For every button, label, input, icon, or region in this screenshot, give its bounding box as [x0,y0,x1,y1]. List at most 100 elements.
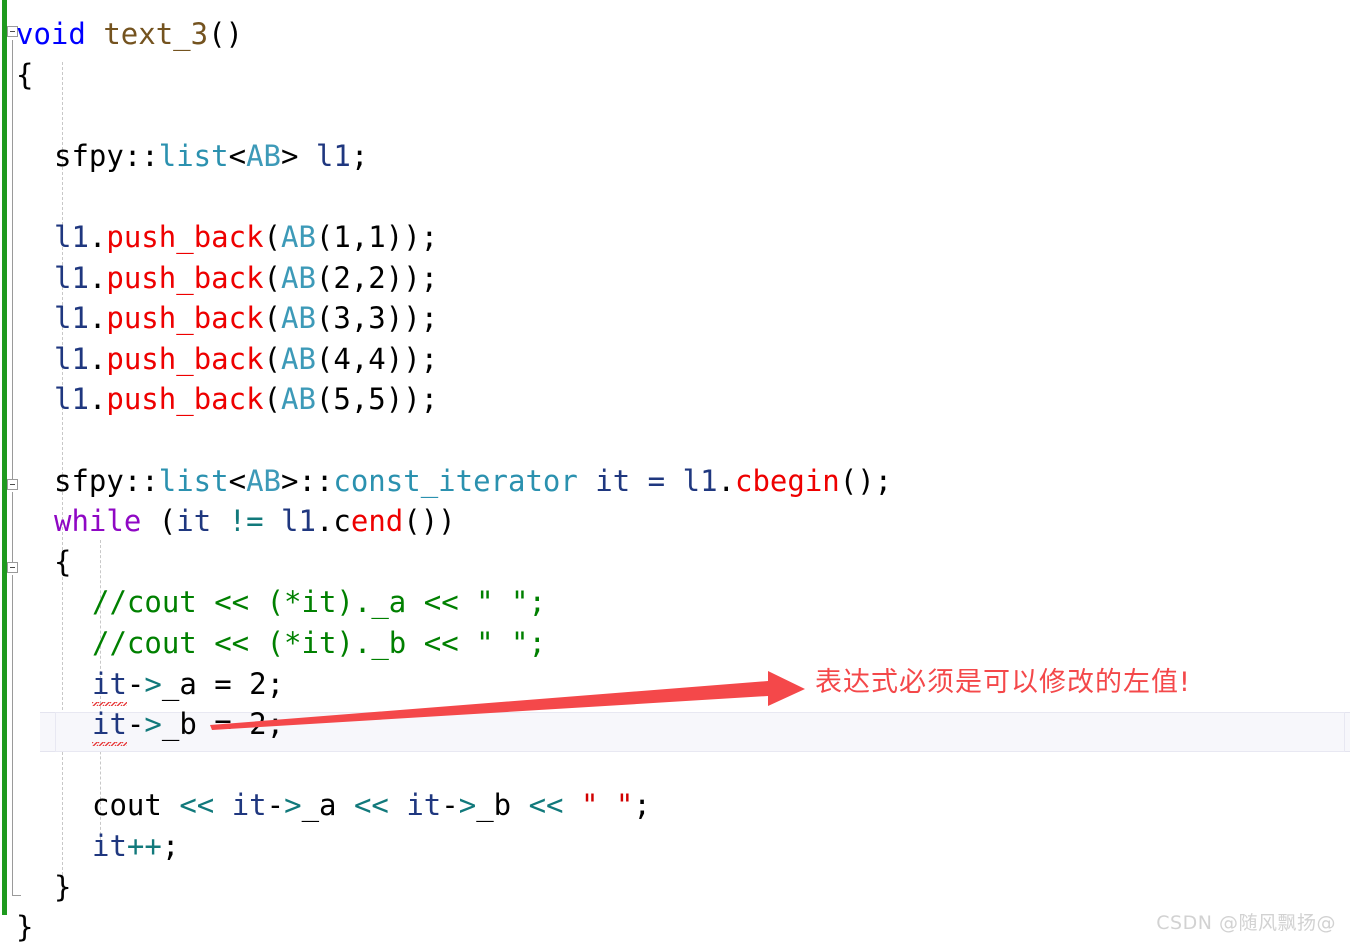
code-token: l1 [315,138,351,173]
code-token: . [88,341,107,376]
code-token: l1 [54,382,89,417]
code-token: ; [633,788,651,823]
code-line[interactable]: sfpy::list<AB> l1; [54,136,368,177]
code-token: . [88,301,107,336]
code-line[interactable]: l1.push_back(AB(3,3)); [54,298,438,339]
code-token: (5,5)); [315,382,439,417]
code-line[interactable]: void text_3() [16,14,243,55]
code-line[interactable]: { [54,542,71,583]
code-token: { [16,57,34,92]
code-token: //cout << (*it)._b << " "; [92,626,546,660]
code-line[interactable]: l1.push_back(AB(1,1)); [54,217,438,258]
code-token: . [315,504,334,539]
code-line[interactable]: sfpy::list<AB>::const_iterator it = l1.c… [54,461,892,502]
code-token: cbegin [735,463,840,498]
code-line[interactable]: l1.push_back(AB(2,2)); [54,258,438,299]
code-line[interactable]: while (it != l1.cend()) [54,501,456,542]
code-line[interactable]: //cout << (*it)._b << " "; [92,623,546,664]
code-line[interactable]: it++; [92,826,179,867]
code-token: { [54,544,72,579]
code-token: c [333,504,351,539]
code-line[interactable]: l1.push_back(AB(4,4)); [54,339,438,380]
code-token: _b [161,707,197,742]
code-token: l1 [54,341,89,376]
code-token: text_3 [103,17,209,51]
code-token: << [528,788,564,823]
code-token: AB [281,220,316,254]
code-line[interactable]: l1.push_back(AB(5,5)); [54,379,438,420]
code-token: - [266,788,285,823]
code-token: ( [263,260,281,295]
code-line[interactable]: } [54,867,71,908]
code-token: != [228,504,264,539]
code-token: (2,2)); [315,260,439,295]
code-token: > [284,788,302,823]
code-token: > [281,138,316,173]
code-token: l1 [54,260,89,295]
code-token: } [54,869,72,904]
code-token: = [630,463,683,498]
code-token: cout [92,788,162,823]
code-token: //cout << (*it)._a << " "; [92,585,546,620]
code-token: - [126,707,145,742]
code-token: AB [246,463,281,498]
code-token: const_iterator [333,463,578,498]
code-token: 2; [231,707,285,742]
fold-toggle-block[interactable] [7,562,18,573]
code-line[interactable]: it->_a = 2; [92,664,284,706]
fold-toggle-while[interactable] [7,479,18,490]
code-token: << [353,788,389,823]
code-token: it [231,788,267,823]
code-token: (3,3)); [315,301,439,336]
code-token: push_back [106,260,264,295]
code-token: l1 [54,301,89,336]
code-token: AB [246,138,281,173]
code-token: list [158,138,229,173]
code-token: . [88,382,107,417]
code-token: - [441,788,459,823]
code-token: push_back [106,382,264,417]
code-token: ( [263,301,281,336]
code-token: (1,1)); [315,220,439,254]
code-token: << [179,788,215,823]
code-token: it [92,829,127,863]
code-line[interactable]: { [16,55,33,96]
code-token: AB [281,341,316,376]
code-line[interactable]: cout << it->_a << it->_b << " "; [92,785,651,826]
code-token: = [214,707,232,742]
folding-gutter [0,0,40,943]
code-token: - [126,666,145,701]
code-editor-screenshot: void text_3(){sfpy::list<AB> l1; l1.push_… [0,0,1350,943]
code-token: > [458,788,477,823]
code-line[interactable]: //cout << (*it)._a << " "; [92,582,546,623]
code-token: ( [141,504,177,539]
code-token: AB [281,301,316,336]
code-token: ; [161,829,180,863]
code-line[interactable]: } [16,907,33,943]
code-token: end [350,504,404,539]
code-token: it [92,704,127,747]
code-token: it [406,788,442,823]
code-token: < [228,138,247,173]
fold-end-tick [12,895,21,896]
annotation-label: 表达式必须是可以修改的左值! [815,667,1191,698]
code-token: } [16,910,34,943]
code-token: > [144,666,162,701]
code-token: . [88,220,107,254]
code-token: (4,4)); [315,341,439,376]
code-token: ++ [126,829,162,863]
code-line[interactable]: it->_b = 2; [92,704,285,747]
code-token: " " [580,788,634,823]
code-token: < [228,463,247,498]
code-token: sfpy:: [54,463,159,498]
